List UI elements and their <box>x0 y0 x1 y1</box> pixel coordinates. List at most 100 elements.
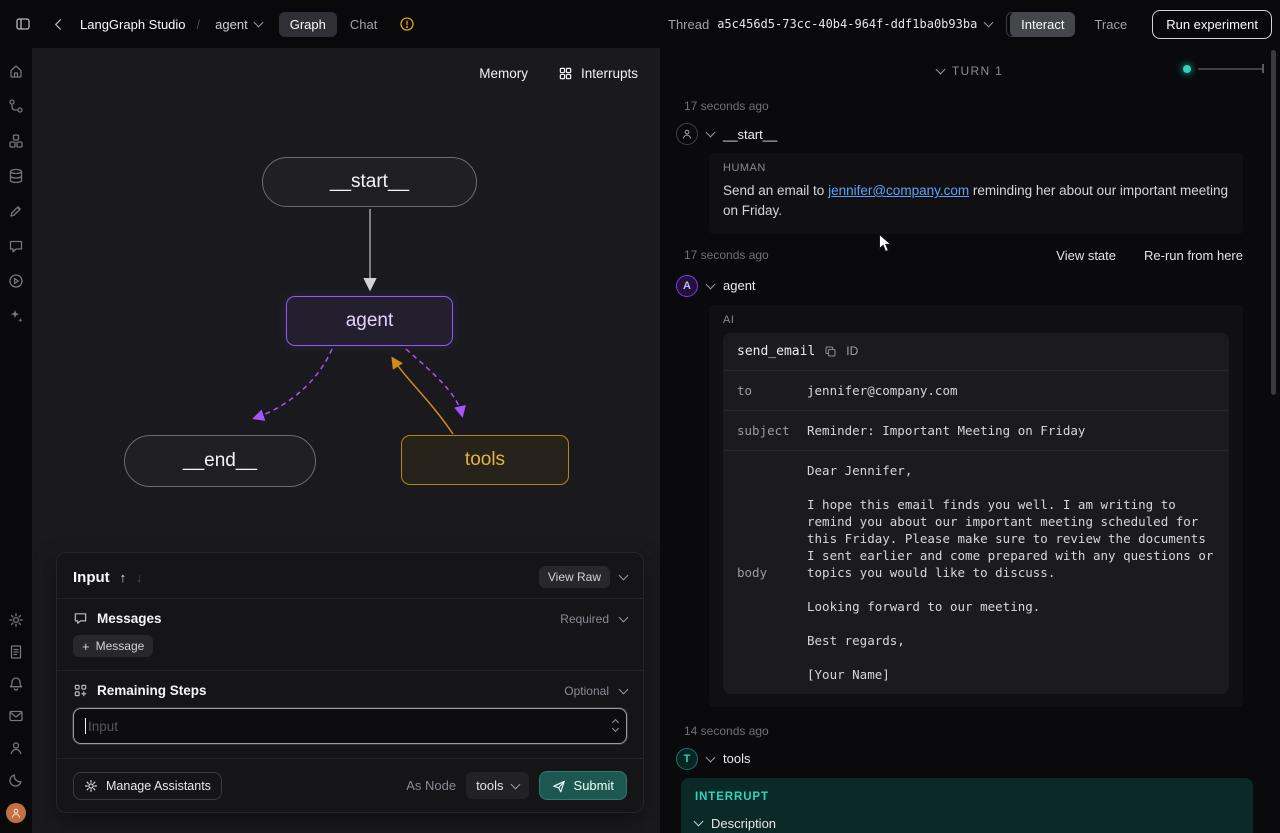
move-up-icon[interactable]: ↑ <box>120 570 127 585</box>
thread-panel: TURN 1 17 seconds ago __start__ HUMAN Se… <box>660 48 1280 833</box>
as-node-select[interactable]: tools <box>466 772 528 799</box>
rail-database-button[interactable] <box>7 167 25 185</box>
graph-canvas[interactable]: Memory Interrupts __start__ agent __end_… <box>32 48 660 833</box>
node-start[interactable]: __start__ <box>262 157 477 207</box>
remaining-steps-optional-badge: Optional <box>564 684 609 698</box>
rerun-from-here-button[interactable]: Re-run from here <box>1144 248 1243 263</box>
mode-interact[interactable]: Interact <box>1010 12 1075 37</box>
person-icon <box>681 128 693 140</box>
email-link[interactable]: jennifer@company.com <box>828 183 969 198</box>
send-icon <box>552 779 566 793</box>
node-tools[interactable]: tools <box>401 435 569 485</box>
turn-collapse-icon[interactable] <box>935 65 945 75</box>
remaining-steps-input[interactable] <box>73 708 627 744</box>
user-avatar[interactable] <box>6 803 26 823</box>
number-stepper[interactable] <box>613 717 618 731</box>
node-agent[interactable]: agent <box>286 296 453 346</box>
mode-trace[interactable]: Trace <box>1083 12 1138 37</box>
node-end[interactable]: __end__ <box>124 435 316 487</box>
message-bubble-icon <box>73 611 88 626</box>
human-avatar <box>676 123 698 145</box>
rail-blocks-button[interactable] <box>7 132 25 150</box>
run-experiment-button[interactable]: Run experiment <box>1152 10 1272 39</box>
turn-slider[interactable] <box>1183 64 1264 73</box>
view-state-button[interactable]: View state <box>1056 248 1116 263</box>
tab-chat[interactable]: Chat <box>339 12 388 37</box>
slider-end-tick <box>1262 64 1264 73</box>
collapse-panel-icon[interactable] <box>619 571 629 581</box>
sidebar-toggle-button[interactable] <box>10 11 36 37</box>
slider-track <box>1198 68 1262 70</box>
ai-message-block: AI send_email ID to jennifer@company.com… <box>709 305 1243 707</box>
rail-edit-button[interactable] <box>7 202 25 220</box>
left-rail <box>0 48 32 833</box>
remaining-steps-collapse-icon[interactable] <box>619 684 629 694</box>
rail-assistants-button[interactable] <box>7 307 25 325</box>
rail-home-button[interactable] <box>7 62 25 80</box>
canvas-actions: Memory Interrupts <box>479 66 638 81</box>
rail-users-button[interactable] <box>7 739 25 757</box>
tool-field-row: body Dear Jennifer, I hope this email fi… <box>723 451 1229 694</box>
move-down-icon[interactable]: ↓ <box>136 570 143 585</box>
rail-workflow-button[interactable] <box>7 97 25 115</box>
interrupt-description-row[interactable]: Description <box>695 816 1239 831</box>
rail-docs-button[interactable] <box>7 643 25 661</box>
messages-collapse-icon[interactable] <box>619 612 629 622</box>
app-title: LangGraph Studio <box>80 17 186 32</box>
sparkles-icon <box>8 308 24 324</box>
memory-button[interactable]: Memory <box>479 66 528 81</box>
user-icon <box>8 740 24 756</box>
event-collapse-icon[interactable] <box>706 279 716 289</box>
input-panel-footer: Manage Assistants As Node tools Submit <box>73 759 627 812</box>
tool-field-row: to jennifer@company.com <box>723 371 1229 411</box>
timestamp: 17 seconds ago <box>684 99 1243 113</box>
rail-theme-button[interactable] <box>7 771 25 789</box>
gear-icon <box>8 612 24 628</box>
slider-thumb[interactable] <box>1183 65 1191 73</box>
remaining-steps-field <box>73 708 627 744</box>
add-message-button[interactable]: + Message <box>73 635 153 657</box>
as-node-value: tools <box>476 778 503 793</box>
info-icon <box>399 16 415 32</box>
tab-graph[interactable]: Graph <box>279 12 337 37</box>
event-collapse-icon[interactable] <box>706 128 716 138</box>
rail-runs-button[interactable] <box>7 272 25 290</box>
tool-call-card: send_email ID to jennifer@company.com su… <box>723 333 1229 694</box>
event-collapse-icon[interactable] <box>706 752 716 762</box>
add-message-label: Message <box>96 639 145 653</box>
arrow-left-icon <box>51 17 66 32</box>
copy-id-button[interactable] <box>824 345 837 358</box>
mail-icon <box>8 708 24 724</box>
play-circle-icon <box>8 273 24 289</box>
submit-label: Submit <box>574 778 614 793</box>
gear-icon <box>84 779 98 793</box>
scrollbar-thumb[interactable] <box>1271 50 1276 395</box>
rail-comments-button[interactable] <box>7 237 25 255</box>
description-collapse-icon[interactable] <box>694 817 704 827</box>
rail-settings-button[interactable] <box>7 611 25 629</box>
rail-notifications-button[interactable] <box>7 675 25 693</box>
view-tabs: Graph Chat <box>279 12 389 37</box>
turn-label: TURN 1 <box>952 64 1003 78</box>
thread-label: Thread <box>668 17 709 32</box>
event-header-tools[interactable]: T tools <box>676 748 1243 770</box>
interrupt-label: INTERRUPT <box>695 791 1239 803</box>
graph-select[interactable]: agent <box>211 13 266 36</box>
submit-button[interactable]: Submit <box>539 771 627 800</box>
back-button[interactable] <box>45 11 71 37</box>
info-button[interactable] <box>399 16 415 32</box>
turn-header[interactable]: TURN 1 <box>660 48 1280 82</box>
messages-label: Messages <box>97 611 162 626</box>
remaining-steps-label: Remaining Steps <box>97 683 207 698</box>
timestamp: 17 seconds ago <box>684 248 769 262</box>
thread-select[interactable]: a5c456d5-73cc-40b4-964f-ddf1ba0b93ba <box>717 17 992 31</box>
database-icon <box>8 168 24 184</box>
tool-call-header: send_email ID <box>723 333 1229 371</box>
view-raw-button[interactable]: View Raw <box>539 566 610 588</box>
event-header-agent[interactable]: A agent <box>676 275 1243 297</box>
event-header-start[interactable]: __start__ <box>676 123 1243 145</box>
manage-assistants-button[interactable]: Manage Assistants <box>73 772 222 800</box>
mode-group: Interact Trace Run experiment <box>1010 0 1272 48</box>
interrupts-button[interactable]: Interrupts <box>558 66 638 81</box>
rail-mail-button[interactable] <box>7 707 25 725</box>
